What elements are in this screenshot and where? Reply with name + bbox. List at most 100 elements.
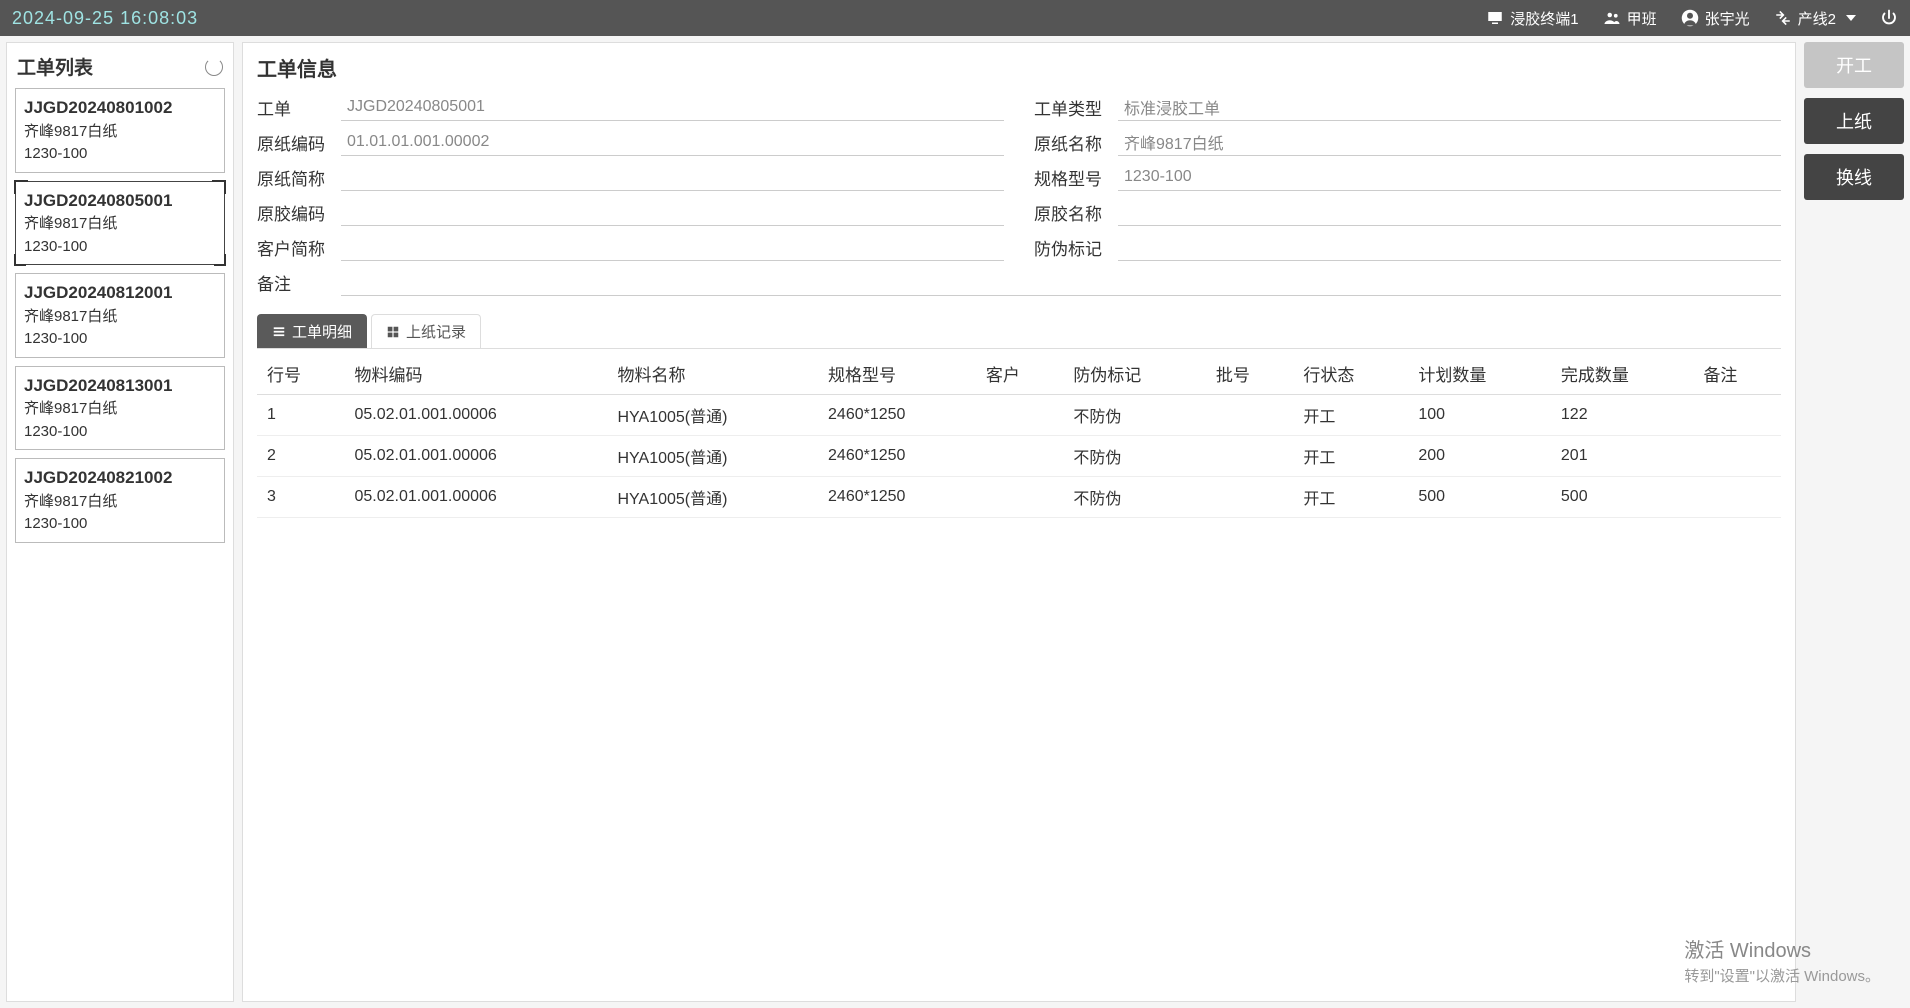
- order-spec: 1230-100: [24, 143, 216, 166]
- sidebar-title: 工单列表: [17, 53, 93, 80]
- order-paper: 齐峰9817白纸: [24, 121, 216, 144]
- label-remark: 备注: [257, 270, 341, 295]
- input-order[interactable]: [341, 94, 1004, 121]
- table-cell: [1693, 395, 1781, 436]
- tab-detail[interactable]: 工单明细: [257, 314, 367, 348]
- label-order-type: 工单类型: [1034, 95, 1118, 120]
- table-cell: 3: [257, 477, 344, 518]
- input-anti-fake[interactable]: [1118, 234, 1781, 261]
- list-icon: [272, 325, 286, 339]
- terminal-select[interactable]: 浸胶终端1: [1486, 8, 1578, 29]
- input-paper-short[interactable]: [341, 164, 1004, 191]
- line-select[interactable]: 产线2: [1774, 8, 1856, 29]
- table-cell: HYA1005(普通): [607, 395, 818, 436]
- table-cell: 122: [1551, 395, 1694, 436]
- table-cell: [1206, 395, 1293, 436]
- table-cell: [1206, 477, 1293, 518]
- order-paper: 齐峰9817白纸: [24, 491, 216, 514]
- power-button[interactable]: [1880, 9, 1898, 27]
- table-header: 批号: [1206, 353, 1293, 395]
- table-cell: 200: [1408, 436, 1551, 477]
- input-glue-code[interactable]: [341, 199, 1004, 226]
- table-header: 物料名称: [607, 353, 818, 395]
- order-paper: 齐峰9817白纸: [24, 213, 216, 236]
- order-spec: 1230-100: [24, 236, 216, 259]
- panel-title: 工单信息: [257, 53, 1781, 82]
- order-spec: 1230-100: [24, 328, 216, 351]
- label-cust-short: 客户简称: [257, 235, 341, 260]
- watermark-title: 激活 Windows: [1684, 936, 1880, 966]
- table-header: 规格型号: [818, 353, 976, 395]
- label-order: 工单: [257, 95, 341, 120]
- user-menu[interactable]: 张宇光: [1681, 8, 1750, 29]
- label-glue-code: 原胶编码: [257, 200, 341, 225]
- table-header: 备注: [1693, 353, 1781, 395]
- input-order-type[interactable]: [1118, 94, 1781, 121]
- input-paper-name[interactable]: [1118, 129, 1781, 156]
- changeline-button[interactable]: 换线: [1804, 154, 1904, 200]
- user-label: 张宇光: [1705, 8, 1750, 29]
- order-spec: 1230-100: [24, 421, 216, 444]
- order-card[interactable]: JJGD20240813001 齐峰9817白纸 1230-100: [15, 366, 225, 451]
- table-header: 计划数量: [1408, 353, 1551, 395]
- table-cell: 2460*1250: [818, 477, 976, 518]
- table-cell: 500: [1408, 477, 1551, 518]
- table-cell: [1693, 477, 1781, 518]
- table-row[interactable]: 305.02.01.001.00006HYA1005(普通)2460*1250 不…: [257, 477, 1781, 518]
- order-card[interactable]: JJGD20240812001 齐峰9817白纸 1230-100: [15, 273, 225, 358]
- action-panel: 开工 上纸 换线: [1804, 42, 1904, 1002]
- input-remark[interactable]: [341, 269, 1781, 296]
- start-button: 开工: [1804, 42, 1904, 88]
- tab-paperlog-label: 上纸记录: [406, 321, 466, 342]
- table-header: 客户: [976, 353, 1063, 395]
- input-cust-short[interactable]: [341, 234, 1004, 261]
- table-cell: 2: [257, 436, 344, 477]
- table-header: 物料编码: [344, 353, 607, 395]
- tab-paperlog[interactable]: 上纸记录: [371, 314, 481, 348]
- input-glue-name[interactable]: [1118, 199, 1781, 226]
- table-row[interactable]: 105.02.01.001.00006HYA1005(普通)2460*1250不…: [257, 395, 1781, 436]
- table-cell: 05.02.01.001.00006: [344, 436, 607, 477]
- watermark-sub: 转到"设置"以激活 Windows。: [1684, 966, 1880, 989]
- order-id: JJGD20240801002: [24, 95, 216, 121]
- table-cell: 05.02.01.001.00006: [344, 395, 607, 436]
- table-cell: 不防伪: [1063, 395, 1206, 436]
- table-cell: HYA1005(普通): [607, 477, 818, 518]
- table-cell: 05.02.01.001.00006: [344, 477, 607, 518]
- info-panel: 工单信息 工单 工单类型 原纸编码 原纸名称 原纸简称 规格型号 原胶编码 原胶…: [242, 42, 1796, 1002]
- sidebar: 工单列表 JJGD20240801002 齐峰9817白纸 1230-100JJ…: [6, 42, 234, 1002]
- shift-select[interactable]: 甲班: [1603, 8, 1657, 29]
- order-id: JJGD20240812001: [24, 280, 216, 306]
- order-paper: 齐峰9817白纸: [24, 398, 216, 421]
- table-cell: [976, 395, 1063, 436]
- table-cell: 不防伪: [1063, 477, 1206, 518]
- order-spec: 1230-100: [24, 513, 216, 536]
- order-card[interactable]: JJGD20240821002 齐峰9817白纸 1230-100: [15, 458, 225, 543]
- chevron-down-icon: [1846, 15, 1856, 21]
- table-cell: 开工: [1293, 436, 1408, 477]
- table-cell: [1206, 436, 1293, 477]
- label-paper-short: 原纸简称: [257, 165, 341, 190]
- order-paper: 齐峰9817白纸: [24, 306, 216, 329]
- user-icon: [1681, 9, 1699, 27]
- order-card[interactable]: JJGD20240801002 齐峰9817白纸 1230-100: [15, 88, 225, 173]
- table-row[interactable]: 205.02.01.001.00006HYA1005(普通)2460*1250不…: [257, 436, 1781, 477]
- grid-icon: [386, 325, 400, 339]
- line-label: 产线2: [1798, 8, 1836, 29]
- label-glue-name: 原胶名称: [1034, 200, 1118, 225]
- order-card[interactable]: JJGD20240805001 齐峰9817白纸 1230-100: [15, 181, 225, 266]
- order-id: JJGD20240813001: [24, 373, 216, 399]
- topbar: 2024-09-25 16:08:03 浸胶终端1 甲班 张宇光 产线2: [0, 0, 1910, 36]
- loadpaper-button[interactable]: 上纸: [1804, 98, 1904, 144]
- refresh-icon[interactable]: [205, 58, 223, 76]
- datetime: 2024-09-25 16:08:03: [12, 8, 198, 29]
- table-cell: [1693, 436, 1781, 477]
- table-cell: 1: [257, 395, 344, 436]
- tab-detail-label: 工单明细: [292, 321, 352, 342]
- table-cell: 500: [1551, 477, 1694, 518]
- input-spec[interactable]: [1118, 164, 1781, 191]
- shift-label: 甲班: [1627, 8, 1657, 29]
- people-icon: [1603, 9, 1621, 27]
- input-paper-code[interactable]: [341, 129, 1004, 156]
- table-cell: 不防伪: [1063, 436, 1206, 477]
